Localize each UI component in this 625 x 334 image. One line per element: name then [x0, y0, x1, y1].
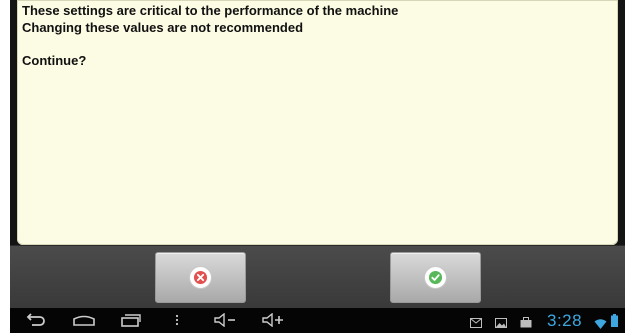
warning-line-2: Changing these values are not recommende…: [22, 19, 304, 35]
warning-line-1: These settings are critical to the perfo…: [22, 3, 399, 18]
warning-dialog: These settings are critical to the perfo…: [17, 0, 618, 245]
confirm-check-icon: [424, 266, 447, 289]
gallery-icon: [495, 315, 507, 333]
back-icon[interactable]: [25, 313, 47, 332]
email-icon: [470, 315, 482, 333]
clock-time: 3:28: [547, 311, 583, 330]
cancel-x-icon: [189, 266, 212, 289]
volume-up-icon[interactable]: [261, 312, 285, 332]
dialog-button-bar: [10, 245, 625, 309]
cancel-button[interactable]: [155, 252, 246, 303]
menu-icon[interactable]: [174, 313, 180, 332]
recent-apps-icon[interactable]: [120, 313, 142, 332]
briefcase-icon: [520, 315, 532, 333]
volume-down-icon[interactable]: [213, 312, 237, 332]
warning-message: These settings are critical to the perfo…: [22, 3, 398, 69]
continue-question: Continue?: [22, 52, 87, 68]
confirm-button[interactable]: [390, 252, 481, 303]
wifi-icon: [594, 316, 607, 334]
battery-icon: [611, 314, 618, 332]
screen: These settings are critical to the perfo…: [10, 0, 625, 333]
system-navigation-bar: 3:28: [10, 308, 625, 333]
home-icon[interactable]: [72, 313, 96, 332]
